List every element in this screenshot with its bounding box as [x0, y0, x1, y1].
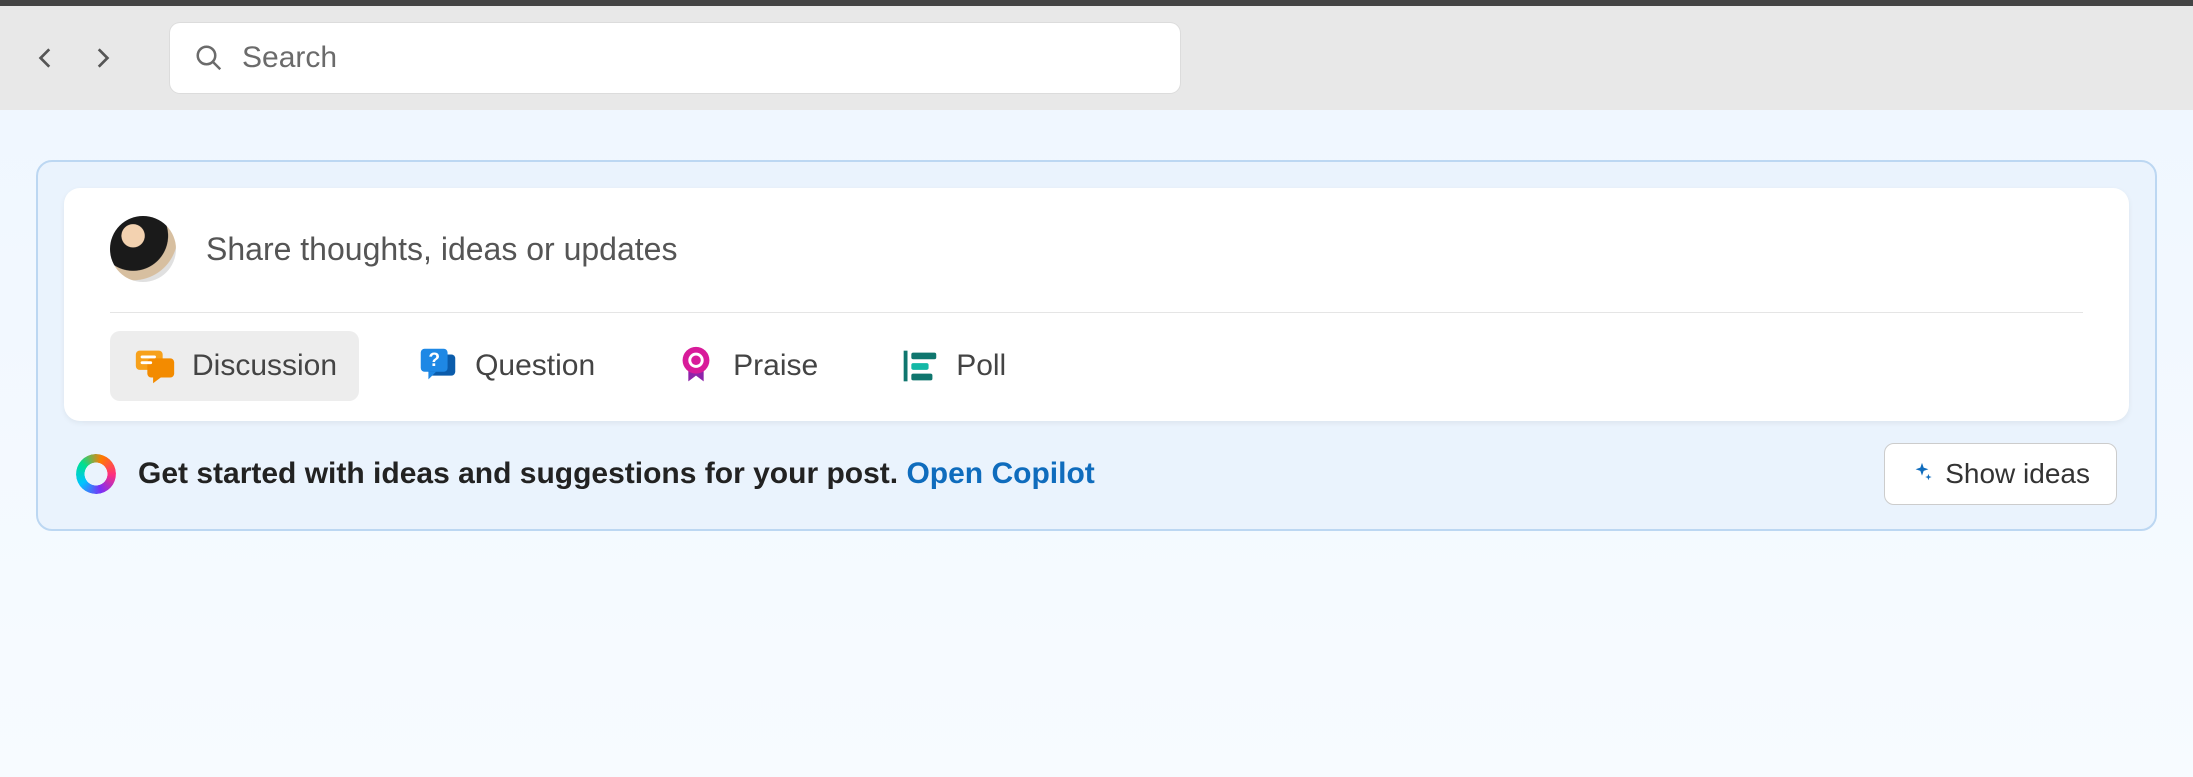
type-question[interactable]: ? Question [393, 331, 617, 401]
copilot-text: Get started with ideas and suggestions f… [138, 457, 1095, 491]
nav-forward-button[interactable] [74, 30, 130, 86]
type-discussion[interactable]: Discussion [110, 331, 359, 401]
avatar [110, 216, 176, 282]
type-label: Poll [956, 349, 1006, 383]
search-input[interactable] [242, 41, 1156, 75]
chevron-right-icon [89, 45, 115, 71]
type-poll[interactable]: Poll [874, 331, 1028, 401]
type-label: Question [475, 349, 595, 383]
show-ideas-button[interactable]: Show ideas [1884, 443, 2117, 505]
type-label: Praise [733, 349, 818, 383]
copilot-icon [70, 448, 121, 499]
post-type-row: Discussion ? Question [110, 313, 2083, 401]
search-box[interactable] [170, 23, 1180, 93]
open-copilot-link[interactable]: Open Copilot [906, 457, 1094, 490]
poll-icon [896, 343, 942, 389]
search-icon [194, 43, 224, 73]
type-praise[interactable]: Praise [651, 331, 840, 401]
nav-back-button[interactable] [18, 30, 74, 86]
question-icon: ? [415, 343, 461, 389]
composer-card: Share thoughts, ideas or updates Discuss… [64, 188, 2129, 421]
compose-row[interactable]: Share thoughts, ideas or updates [110, 216, 2083, 313]
chevron-left-icon [33, 45, 59, 71]
type-label: Discussion [192, 349, 337, 383]
copilot-prompt: Get started with ideas and suggestions f… [138, 457, 906, 490]
composer-container: Share thoughts, ideas or updates Discuss… [36, 160, 2157, 531]
compose-input[interactable]: Share thoughts, ideas or updates [206, 231, 2083, 268]
show-ideas-label: Show ideas [1945, 458, 2090, 490]
praise-icon [673, 343, 719, 389]
sparkle-icon [1911, 458, 1933, 490]
copilot-row: Get started with ideas and suggestions f… [64, 421, 2129, 509]
svg-text:?: ? [428, 350, 440, 371]
content-area: Share thoughts, ideas or updates Discuss… [0, 110, 2193, 777]
discussion-icon [132, 343, 178, 389]
top-bar [0, 0, 2193, 110]
